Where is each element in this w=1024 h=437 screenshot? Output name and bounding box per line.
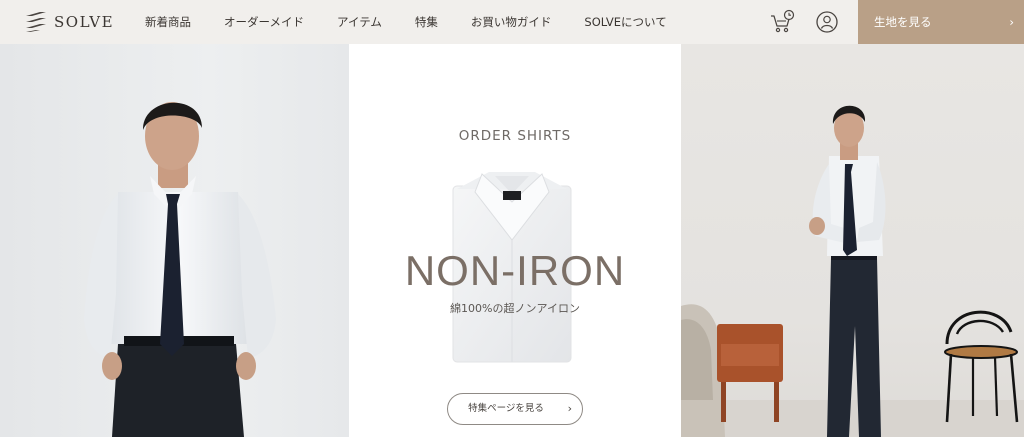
nav-items[interactable]: アイテム [337,14,382,30]
nav-shopping-guide[interactable]: お買い物ガイド [471,14,552,30]
solve-logo-icon [26,12,46,32]
hero-photo-right [681,44,1024,437]
site-header: SOLVE 新着商品 オーダーメイド アイテム 特集 お買い物ガイド SOLVE… [0,0,1024,44]
chevron-right-icon: › [1009,15,1014,29]
hero-feature-panel: ORDER SHIRTS NON-IRON 綿100%の超ノンアイロン 特集ペー… [349,44,681,437]
feature-page-button[interactable]: 特集ページを見る › [447,393,583,425]
main-nav: 新着商品 オーダーメイド アイテム 特集 お買い物ガイド SOLVEについて [145,0,667,44]
nav-features[interactable]: 特集 [415,14,438,30]
hero-subline: 綿100%の超ノンアイロン [450,302,580,315]
hero-headline: NON-IRON [404,247,626,294]
cart-clock-icon[interactable] [769,9,795,35]
nav-about[interactable]: SOLVEについて [584,14,666,30]
model-photo-side [681,105,1024,437]
chevron-right-icon: › [567,402,572,415]
brand-name: SOLVE [54,13,115,31]
user-icon[interactable] [814,9,840,35]
hero-banner[interactable]: ORDER SHIRTS NON-IRON 綿100%の超ノンアイロン 特集ペー… [0,44,1024,437]
hero-photo-left [0,44,349,437]
feature-page-label: 特集ページを見る [468,403,544,414]
nav-new-items[interactable]: 新着商品 [145,14,191,30]
view-fabrics-button[interactable]: 生地を見る › [858,0,1024,44]
nav-order-made[interactable]: オーダーメイド [224,14,304,30]
view-fabrics-label: 生地を見る [874,15,932,29]
model-photo-front [84,102,276,437]
folded-shirt-image [452,172,572,363]
brand-logo[interactable]: SOLVE [24,9,114,35]
